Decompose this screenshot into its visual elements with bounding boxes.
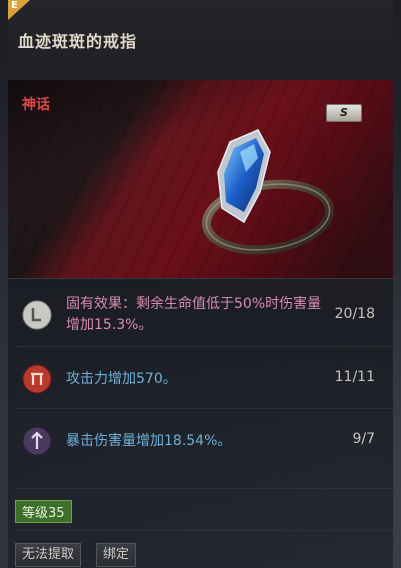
ring-icon [201,129,335,255]
divider [16,530,393,531]
item-image-area: 神话 S [8,80,393,279]
red-gate-icon [22,364,52,394]
item-name: 血迹斑斑的戒指 [18,32,138,51]
stat-text: 固有效果：剩余生命值低于50%时伤害量增加15.3%。 [66,296,322,333]
divider [16,346,393,347]
divider [16,488,393,489]
rarity-label: 神话 [22,97,50,113]
stat-text: 暴击伤害量增加18.54%。 [66,433,232,449]
stat-text: 攻击力增加570。 [66,371,177,387]
stat-count: 11/11 [334,369,375,385]
divider [16,408,393,409]
level-badge: 等级35 [15,500,72,523]
untradable-tag: 无法提取 [15,543,82,567]
pale-rune-icon [22,300,52,330]
stat-count: 9/7 [352,431,375,447]
stat-count: 20/18 [334,306,375,322]
grade-letter: E [11,0,18,11]
item-tooltip-panel: 血迹斑斑的戒指 E 神话 S 固有效果：剩余生命值低于50%时伤害量增加15.3… [8,0,393,568]
tooltip-header: 血迹斑斑的戒指 [8,0,393,81]
purple-arrow-icon [22,426,52,456]
slot-badge: S [326,104,362,122]
bound-tag: 绑定 [96,543,137,567]
